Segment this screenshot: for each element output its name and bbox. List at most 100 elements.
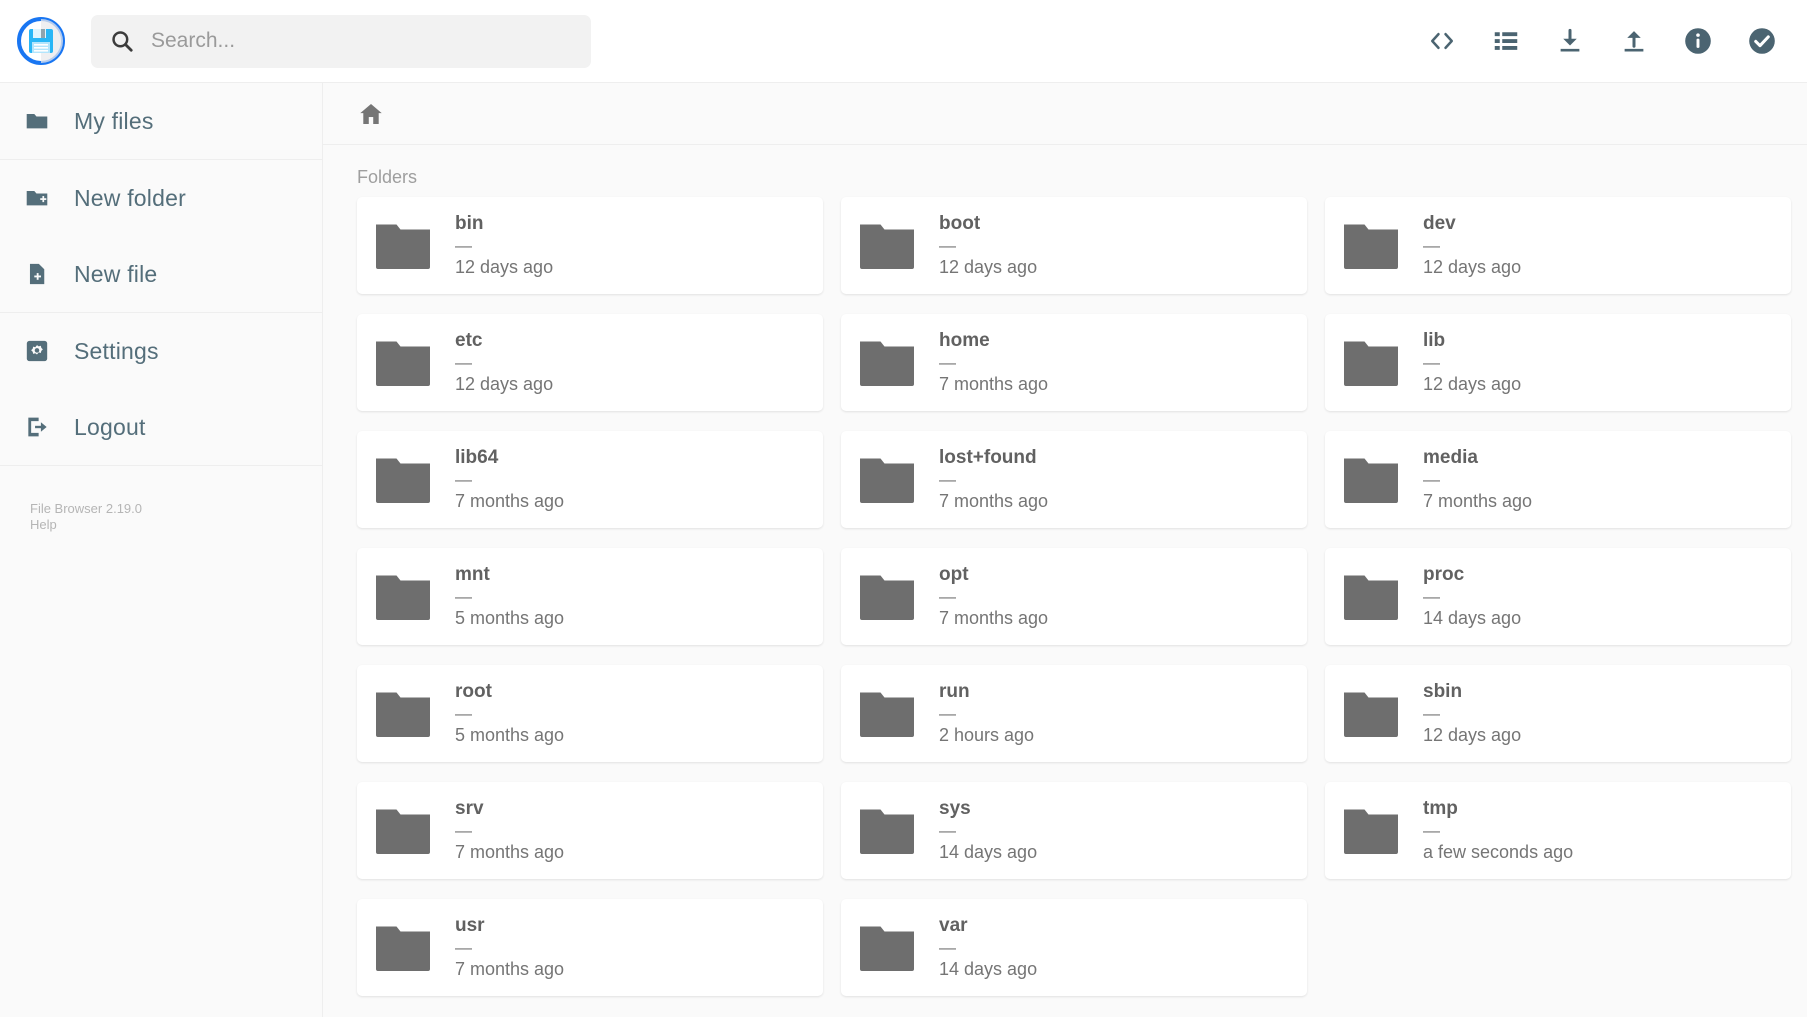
folder-card[interactable]: sbin —12 days ago	[1325, 665, 1791, 762]
folder-card[interactable]: etc —12 days ago	[357, 314, 823, 411]
breadcrumb	[323, 83, 1807, 145]
search-input[interactable]	[151, 26, 571, 56]
sidebar-group-account: Settings Logout	[0, 313, 322, 466]
home-icon[interactable]	[357, 100, 385, 128]
info-icon[interactable]	[1681, 24, 1715, 58]
help-link[interactable]: Help	[30, 517, 142, 533]
folder-name: var	[939, 914, 968, 936]
folder-modified: 7 months ago	[455, 841, 565, 862]
folder-modified: a few seconds ago	[1423, 841, 1574, 862]
search-bar[interactable]	[91, 14, 591, 68]
folder-icon	[860, 809, 914, 854]
code-brackets-icon[interactable]	[1425, 24, 1459, 58]
folder-modified: 12 days ago	[1423, 724, 1522, 745]
folder-meta: bin —12 days ago	[455, 213, 553, 279]
folder-icon	[376, 575, 430, 620]
folder-card[interactable]: srv —7 months ago	[357, 782, 823, 879]
folder-card[interactable]: boot —12 days ago	[841, 197, 1307, 294]
sidebar-item-settings[interactable]: Settings	[0, 313, 322, 389]
folder-name: proc	[1423, 563, 1465, 585]
folder-card[interactable]: opt —7 months ago	[841, 548, 1307, 645]
sidebar-item-label: My files	[74, 107, 154, 134]
folder-card[interactable]: sys —14 days ago	[841, 782, 1307, 879]
folder-icon	[376, 692, 430, 737]
folder-meta: var —14 days ago	[939, 915, 1037, 981]
folder-icon	[376, 809, 430, 854]
folder-name: dev	[1423, 212, 1456, 234]
folder-name: run	[939, 680, 970, 702]
sidebar-group-files: My files	[0, 83, 322, 160]
folder-icon	[1344, 224, 1398, 269]
sidebar-item-label: New folder	[74, 184, 186, 211]
folder-icon	[860, 341, 914, 386]
upload-icon[interactable]	[1617, 24, 1651, 58]
folder-name: etc	[455, 329, 483, 351]
folder-name: lost+found	[939, 446, 1037, 468]
folder-modified: 5 months ago	[455, 607, 565, 628]
folder-meta: dev —12 days ago	[1423, 213, 1521, 279]
folder-name: srv	[455, 797, 484, 819]
folder-modified: 12 days ago	[1423, 256, 1522, 277]
folder-card[interactable]: lib64—7 months ago	[357, 431, 823, 528]
app-header	[0, 0, 1807, 83]
folder-name: usr	[455, 914, 485, 936]
folder-card[interactable]: lib —12 days ago	[1325, 314, 1791, 411]
folder-size: —	[1423, 820, 1440, 840]
folder-size: —	[1423, 352, 1440, 372]
folder-modified: 5 months ago	[455, 724, 565, 745]
download-icon[interactable]	[1553, 24, 1587, 58]
folder-card[interactable]: media —7 months ago	[1325, 431, 1791, 528]
sidebar-item-my-files[interactable]: My files	[0, 83, 322, 159]
logo-button[interactable]	[13, 13, 69, 69]
list-view-icon[interactable]	[1489, 24, 1523, 58]
folder-modified: 12 days ago	[455, 373, 554, 394]
folder-meta: media —7 months ago	[1423, 447, 1532, 513]
folder-modified: 14 days ago	[939, 958, 1038, 979]
folder-icon	[376, 224, 430, 269]
folder-card[interactable]: home —7 months ago	[841, 314, 1307, 411]
folder-size: —	[939, 820, 956, 840]
folder-meta: root —5 months ago	[455, 681, 564, 747]
folder-plus-icon	[24, 185, 50, 211]
folder-name: mnt	[455, 563, 490, 585]
select-all-check-icon[interactable]	[1745, 24, 1779, 58]
folder-card[interactable]: usr —7 months ago	[357, 899, 823, 996]
folder-card[interactable]: dev —12 days ago	[1325, 197, 1791, 294]
sidebar-item-logout[interactable]: Logout	[0, 389, 322, 465]
folder-size: —	[1423, 703, 1440, 723]
folder-size: —	[1423, 469, 1440, 489]
folder-name: root	[455, 680, 492, 702]
folder-meta: tmp — a few seconds ago	[1423, 798, 1573, 864]
sidebar-item-new-file[interactable]: New file	[0, 236, 322, 312]
folder-meta: lost+found —7 months ago	[939, 447, 1048, 513]
folder-meta: opt —7 months ago	[939, 564, 1048, 630]
folders-grid: bin —12 days ago boot —12 days ago dev —12 da…	[323, 197, 1807, 996]
folder-size: —	[939, 703, 956, 723]
folder-size: —	[455, 469, 472, 489]
folder-card[interactable]: var —14 days ago	[841, 899, 1307, 996]
folder-card[interactable]: root —5 months ago	[357, 665, 823, 762]
sidebar-item-new-folder[interactable]: New folder	[0, 160, 322, 236]
folder-icon	[860, 575, 914, 620]
folder-icon	[376, 341, 430, 386]
folder-icon	[376, 926, 430, 971]
folder-icon	[860, 692, 914, 737]
folder-size: —	[1423, 235, 1440, 255]
folder-name: bin	[455, 212, 484, 234]
folder-size: —	[939, 352, 956, 372]
folder-card[interactable]: tmp — a few seconds ago	[1325, 782, 1791, 879]
floppy-disk-save-icon	[17, 17, 65, 65]
folder-card[interactable]: run —2 hours ago	[841, 665, 1307, 762]
folder-card[interactable]: lost+found —7 months ago	[841, 431, 1307, 528]
header-actions	[1425, 24, 1807, 58]
folder-modified: 7 months ago	[939, 490, 1049, 511]
folder-card[interactable]: mnt —5 months ago	[357, 548, 823, 645]
folder-card[interactable]: proc —14 days ago	[1325, 548, 1791, 645]
folder-name: home	[939, 329, 990, 351]
folder-icon	[1344, 575, 1398, 620]
folder-icon	[1344, 458, 1398, 503]
folder-size: —	[455, 586, 472, 606]
folder-name: tmp	[1423, 797, 1458, 819]
folder-modified: 7 months ago	[939, 373, 1049, 394]
folder-card[interactable]: bin —12 days ago	[357, 197, 823, 294]
